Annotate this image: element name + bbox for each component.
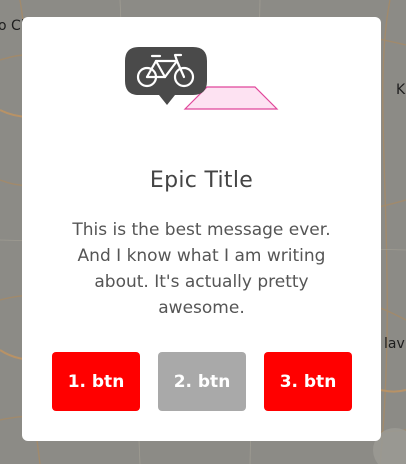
dialog-illustration (125, 47, 279, 110)
button-1[interactable]: 1. btn (52, 352, 140, 411)
map-label-top-left: o Cl (0, 18, 25, 34)
button-2[interactable]: 2. btn (158, 352, 246, 411)
button-3[interactable]: 3. btn (264, 352, 352, 411)
dialog-message: This is the best message ever. And I kno… (72, 220, 331, 318)
map-label-bottom-right: lav (384, 336, 405, 352)
bicycle-icon (125, 47, 207, 105)
alert-dialog: Epic Title This is the best message ever… (22, 17, 381, 441)
dialog-title: Epic Title (149, 168, 254, 193)
map-label-right: K (396, 82, 406, 98)
